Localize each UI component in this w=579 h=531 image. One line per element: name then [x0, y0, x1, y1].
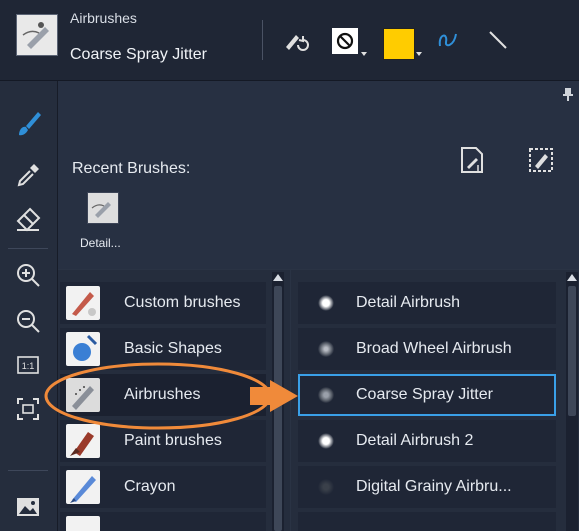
- arrow-right-icon: [250, 380, 298, 412]
- annotation-overlay: [44, 362, 298, 430]
- highlight-ellipse: [44, 362, 272, 430]
